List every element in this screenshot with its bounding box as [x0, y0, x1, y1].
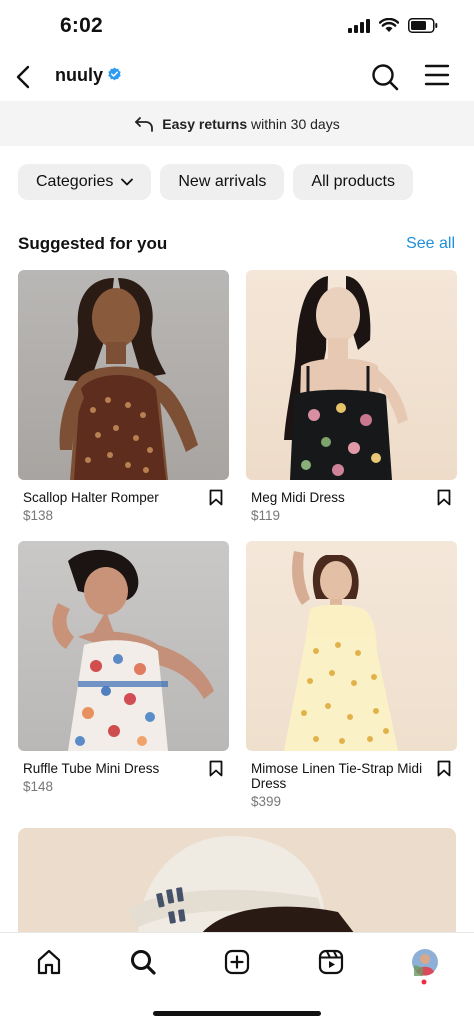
section-title: Suggested for you	[18, 234, 168, 253]
product-image[interactable]	[18, 270, 229, 480]
cellular-signal-icon	[348, 18, 370, 38]
wifi-icon	[378, 17, 400, 38]
product-card[interactable]: Scallop Halter Romper $138	[18, 270, 229, 525]
product-image[interactable]	[246, 541, 457, 751]
tab-profile[interactable]	[410, 947, 440, 977]
back-button[interactable]	[8, 60, 38, 94]
bookmark-icon	[209, 760, 223, 777]
save-button[interactable]	[209, 489, 223, 511]
chip-all-products[interactable]: All products	[293, 164, 413, 200]
tab-search[interactable]	[128, 947, 158, 977]
chip-label: All products	[311, 173, 395, 190]
product-name: Mimose Linen Tie-Strap Midi Dress	[251, 761, 423, 791]
bookmark-icon	[437, 760, 451, 777]
notification-dot	[421, 979, 427, 985]
save-button[interactable]	[437, 760, 451, 782]
product-price: $148	[23, 779, 54, 794]
filter-chips: Categories New arrivals All products	[18, 164, 413, 200]
product-name: Ruffle Tube Mini Dress	[23, 761, 160, 776]
product-image[interactable]	[18, 541, 229, 751]
search-icon	[131, 950, 156, 975]
product-card[interactable]: Mimose Linen Tie-Strap Midi Dress $399	[246, 541, 457, 811]
status-icons	[348, 17, 438, 38]
back-arrow-icon	[16, 65, 30, 89]
verified-badge-icon	[107, 67, 122, 87]
featured-product-image[interactable]	[18, 828, 456, 938]
chip-new-arrivals[interactable]: New arrivals	[160, 164, 285, 200]
chip-categories[interactable]: Categories	[18, 164, 152, 200]
product-price: $119	[251, 508, 281, 523]
chip-label: Categories	[36, 173, 114, 190]
account-name[interactable]: nuuly	[55, 65, 103, 86]
home-indicator[interactable]	[153, 1011, 321, 1016]
returns-rest-text: within 30 days	[251, 115, 340, 132]
status-time: 6:02	[60, 14, 103, 37]
product-name: Meg Midi Dress	[251, 490, 345, 505]
create-post-icon	[224, 949, 250, 975]
profile-avatar	[412, 949, 438, 976]
save-button[interactable]	[209, 760, 223, 782]
reels-icon	[318, 949, 344, 975]
bookmark-icon	[437, 489, 451, 506]
bookmark-icon	[209, 489, 223, 506]
tab-home[interactable]	[34, 947, 64, 977]
returns-text: Easy returns within 30 days	[162, 116, 339, 132]
chevron-down-icon	[121, 178, 134, 186]
product-price: $138	[23, 508, 54, 523]
tab-create[interactable]	[222, 947, 252, 977]
status-bar: 6:02	[0, 0, 474, 54]
save-button[interactable]	[437, 489, 451, 511]
product-card[interactable]: Ruffle Tube Mini Dress $148	[18, 541, 229, 796]
home-icon	[37, 949, 61, 975]
product-card[interactable]: Meg Midi Dress $119	[246, 270, 457, 525]
see-all-link[interactable]: See all	[406, 235, 455, 253]
product-image[interactable]	[246, 270, 457, 480]
returns-bold-text: Easy returns	[162, 115, 248, 132]
returns-banner[interactable]: Easy returns within 30 days	[0, 101, 474, 146]
chip-label: New arrivals	[178, 173, 267, 190]
header-search-button[interactable]	[370, 62, 400, 97]
menu-icon	[424, 64, 450, 86]
battery-icon	[408, 18, 438, 38]
product-price: $399	[251, 794, 282, 809]
menu-button[interactable]	[424, 63, 450, 92]
search-icon	[372, 64, 399, 91]
tab-reels[interactable]	[316, 947, 346, 977]
nav-header: nuuly	[0, 54, 474, 100]
return-arrow-icon	[135, 116, 154, 132]
product-name: Scallop Halter Romper	[23, 490, 159, 505]
